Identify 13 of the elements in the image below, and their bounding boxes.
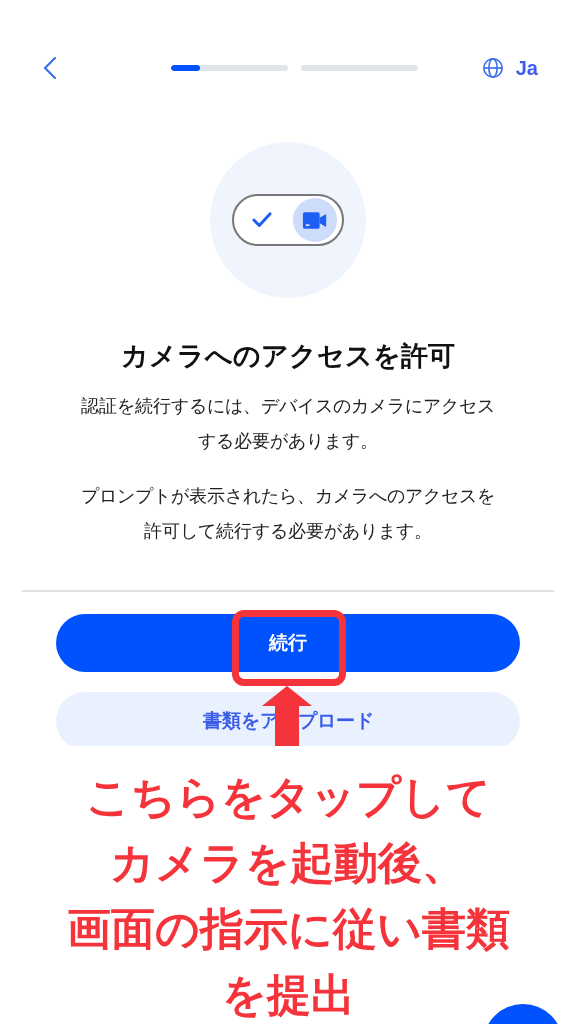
checkmark-icon: [251, 211, 273, 229]
annotation-text: カメラを起動後、: [110, 836, 466, 890]
annotation-text: こちらをタップして: [85, 770, 491, 824]
video-camera-icon: [293, 198, 337, 242]
page-title: カメラへのアクセスを許可: [120, 339, 456, 373]
back-icon[interactable]: [43, 56, 57, 80]
description-text: 認証を続行するには、デバイスのカメラにアクセスする必要があります。: [80, 394, 496, 453]
description-text: プロンプトが表示されたら、カメラへのアクセスを許可して続行する必要があります。: [80, 484, 496, 543]
globe-icon[interactable]: [481, 57, 504, 79]
annotation-text: を提出: [221, 968, 355, 1022]
language-label[interactable]: Ja: [515, 56, 538, 80]
annotation-text: 画面の指示に従い書類: [66, 902, 510, 956]
continue-button[interactable]: 続行: [56, 614, 520, 672]
